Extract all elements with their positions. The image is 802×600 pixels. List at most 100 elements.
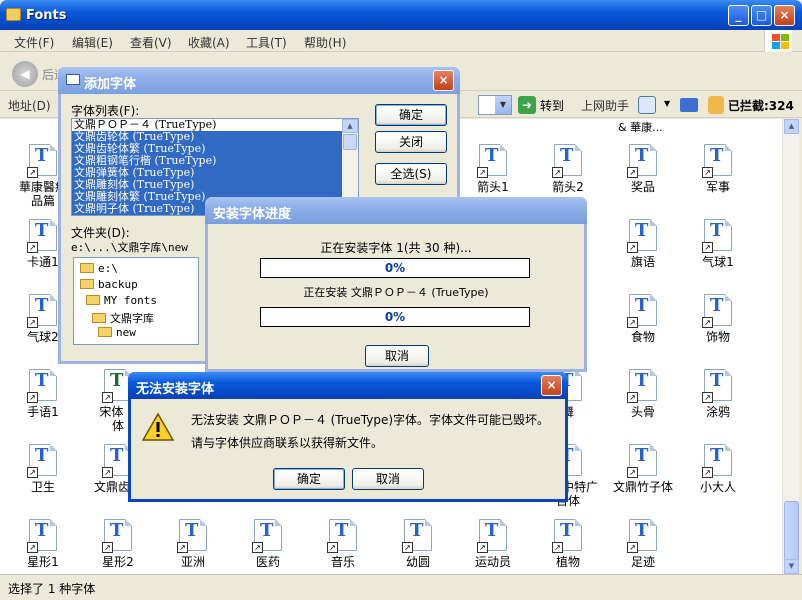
font-file-icon: T↗	[627, 369, 657, 403]
folder-tree[interactable]: e:\ backup MY fonts 文鼎字库 new	[73, 257, 199, 345]
progress-line1: 正在安装字体 1(共 30 种)...	[320, 241, 472, 255]
font-file-item[interactable]: T ↗ 幼圆	[387, 519, 449, 569]
font-file-label: 箭头1	[477, 180, 509, 194]
error-cancel-button[interactable]: 取消	[352, 468, 424, 490]
folder-open-icon	[92, 313, 106, 323]
folder-icon	[6, 8, 21, 21]
blocked-count: 已拦截:324	[728, 99, 794, 113]
font-file-icon: T↗	[702, 144, 732, 178]
font-file-label: 手语1	[27, 405, 59, 419]
tree-item-myfonts[interactable]: MY fonts	[86, 294, 157, 307]
go-arrow-icon[interactable]: ➜	[518, 96, 536, 114]
error-close-button[interactable]: ×	[541, 375, 562, 396]
toolbar-tool-icon[interactable]	[680, 98, 698, 112]
font-file-label: 足迹	[630, 555, 655, 569]
chevron-down-icon[interactable]: ▼	[495, 96, 511, 114]
list-scroll-thumb[interactable]	[343, 134, 357, 150]
add-font-close-button[interactable]: ×	[433, 70, 454, 91]
tree-item-wending[interactable]: 文鼎字库	[92, 310, 154, 326]
font-file-icon: T↗	[627, 219, 657, 253]
close-dialog-button[interactable]: 关闭	[375, 131, 447, 153]
font-file-label: 幼圆	[405, 555, 430, 569]
font-file-item[interactable]: T ↗ 气球1	[687, 219, 749, 269]
window-titlebar[interactable]: Fonts _ □ ×	[0, 0, 802, 30]
error-ok-button[interactable]: 确定	[273, 468, 345, 490]
font-file-icon: T↗	[27, 219, 57, 253]
font-file-item[interactable]: T ↗ 饰物	[687, 294, 749, 344]
warning-icon	[142, 412, 174, 441]
font-file-item[interactable]: T ↗ 手语1	[12, 369, 74, 419]
progress-title: 安装字体进度	[213, 207, 292, 222]
font-file-icon: T↗	[627, 444, 657, 478]
font-file-icon: T↗	[27, 294, 57, 328]
folder-icon	[80, 279, 94, 289]
font-file-item[interactable]: T ↗ 食物	[612, 294, 674, 344]
font-file-item[interactable]: T ↗ 奖品	[612, 144, 674, 194]
font-file-item[interactable]: T ↗ 箭头1	[462, 144, 524, 194]
add-font-title: 添加字体	[84, 77, 137, 92]
font-file-item[interactable]: T ↗ 头骨	[612, 369, 674, 419]
file-progress-bar: 0%	[260, 307, 530, 327]
font-file-item[interactable]: T ↗ 医药	[237, 519, 299, 569]
back-arrow-icon[interactable]: ◀	[12, 61, 38, 87]
font-file-icon: T↗	[27, 519, 57, 553]
scroll-thumb[interactable]	[784, 501, 799, 561]
font-file-icon: T↗	[627, 144, 657, 178]
font-file-item[interactable]: T ↗ 亚洲	[162, 519, 224, 569]
ok-button[interactable]: 确定	[375, 104, 447, 126]
close-button[interactable]: ×	[774, 5, 795, 26]
font-file-label: 星形2	[102, 555, 134, 569]
shield-icon[interactable]	[638, 96, 656, 114]
go-button[interactable]: 转到	[540, 97, 564, 114]
error-message-1: 无法安装 文鼎ＰＯＰ－４ (TrueType)字体。字体文件可能已毁坏。	[191, 413, 550, 427]
tree-item-drive[interactable]: e:\	[80, 262, 118, 275]
font-file-icon: T↗	[477, 144, 507, 178]
status-bar: 选择了 1 种字体	[0, 574, 802, 600]
tree-item-new[interactable]: new	[98, 326, 136, 339]
scroll-down-icon[interactable]: ▼	[784, 559, 799, 574]
menu-help[interactable]: 帮助(H)	[304, 34, 346, 51]
font-file-item[interactable]: T ↗ 运动员	[462, 519, 524, 569]
select-all-button[interactable]: 全选(S)	[375, 163, 447, 185]
font-file-item[interactable]: T ↗ 旗语	[612, 219, 674, 269]
file-progress-text: 0%	[384, 310, 406, 324]
font-file-item[interactable]: T ↗ 卫生	[12, 444, 74, 494]
menu-edit[interactable]: 编辑(E)	[72, 34, 113, 51]
address-dropdown[interactable]: ▼	[478, 95, 512, 115]
window-title: Fonts	[26, 8, 67, 23]
font-file-item[interactable]: T ↗ 星形1	[12, 519, 74, 569]
menu-file[interactable]: 文件(F)	[14, 34, 54, 51]
error-titlebar[interactable]: 无法安装字体 ×	[128, 372, 568, 399]
font-file-label: 气球1	[702, 255, 734, 269]
menu-view[interactable]: 查看(V)	[130, 34, 172, 51]
font-file-item[interactable]: T ↗ 军事	[687, 144, 749, 194]
chevron-down-icon[interactable]: ▼	[664, 99, 670, 108]
folder-path: e:\...\文鼎字库\new	[71, 241, 188, 254]
list-scroll-up-icon[interactable]: ▲	[342, 119, 358, 133]
maximize-button[interactable]: □	[751, 5, 772, 26]
font-file-item[interactable]: T ↗ 涂鸦	[687, 369, 749, 419]
font-file-icon: T↗	[177, 519, 207, 553]
folder-icon	[86, 295, 100, 305]
font-file-item[interactable]: T ↗ 音乐	[312, 519, 374, 569]
progress-titlebar[interactable]: 安装字体进度	[205, 197, 587, 224]
font-file-item[interactable]: T ↗ 足迹	[612, 519, 674, 569]
font-file-label: 植物	[555, 555, 580, 569]
vertical-scrollbar[interactable]: ▲ ▼	[782, 119, 799, 574]
font-file-item[interactable]: T ↗ 箭头2	[537, 144, 599, 194]
menu-favorites[interactable]: 收藏(A)	[188, 34, 230, 51]
error-dialog: 无法安装字体 × 无法安装 文鼎ＰＯＰ－４ (TrueType)字体。字体文件可…	[128, 372, 568, 502]
assistant-link[interactable]: 上网助手	[581, 97, 629, 114]
scroll-up-icon[interactable]: ▲	[784, 119, 799, 134]
tree-item-backup[interactable]: backup	[80, 278, 138, 291]
add-font-titlebar[interactable]: 添加字体 ×	[58, 67, 460, 94]
font-file-item[interactable]: T ↗ 植物	[537, 519, 599, 569]
progress-cancel-button[interactable]: 取消	[365, 345, 429, 367]
font-file-icon: T↗	[702, 219, 732, 253]
font-file-item[interactable]: T ↗ 星形2	[87, 519, 149, 569]
font-file-item[interactable]: T ↗ 小大人	[687, 444, 749, 494]
font-file-label: 旗语	[630, 255, 655, 269]
font-file-item[interactable]: T ↗ 文鼎竹子体	[612, 444, 674, 494]
minimize-button[interactable]: _	[728, 5, 749, 26]
menu-tools[interactable]: 工具(T)	[246, 34, 287, 51]
